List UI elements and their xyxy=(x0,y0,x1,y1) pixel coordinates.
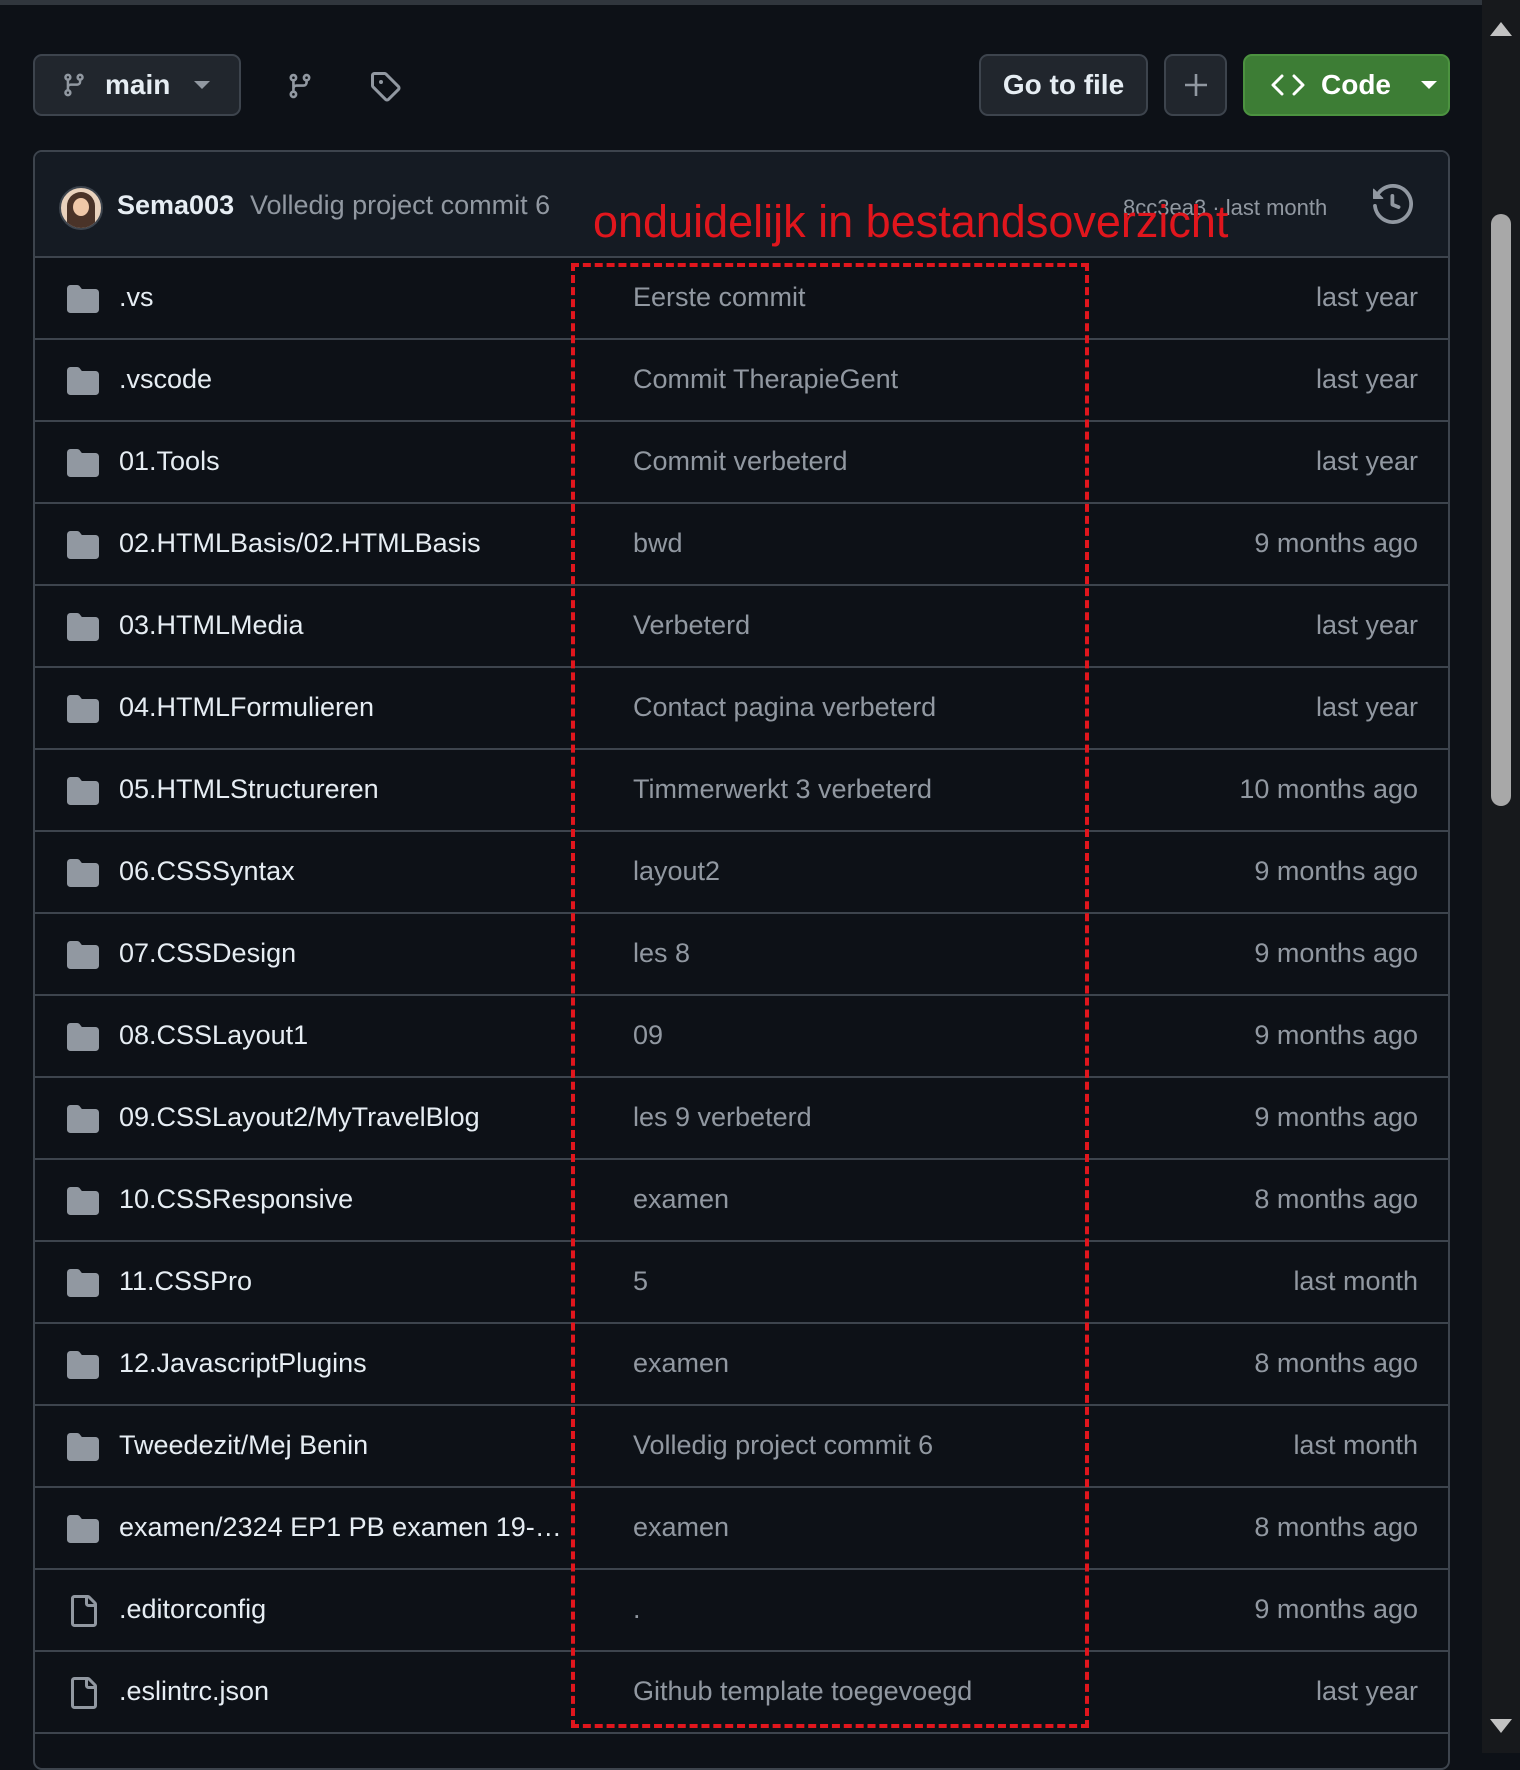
folder-icon xyxy=(67,1515,99,1543)
file-name[interactable]: 02.HTMLBasis/02.HTMLBasis xyxy=(119,528,569,559)
folder-icon xyxy=(67,1433,99,1461)
scroll-down-arrow-icon[interactable] xyxy=(1490,1719,1512,1733)
git-branch-icon xyxy=(289,73,311,99)
file-commit-date: 9 months ago xyxy=(1254,528,1418,558)
file-commit-date: last year xyxy=(1315,446,1418,476)
folder-icon xyxy=(67,367,99,395)
avatar[interactable] xyxy=(59,186,103,230)
git-branch-icon xyxy=(64,73,84,97)
add-file-button[interactable] xyxy=(1164,54,1227,116)
scroll-up-arrow-icon[interactable] xyxy=(1490,22,1512,36)
file-commit-date: last year xyxy=(1315,1676,1418,1706)
file-commit-date: 10 months ago xyxy=(1239,774,1418,804)
tags-link[interactable] xyxy=(367,68,403,104)
file-commit-date: last month xyxy=(1293,1266,1418,1296)
folder-icon xyxy=(67,1023,99,1051)
folder-icon xyxy=(67,613,99,641)
folder-icon xyxy=(67,1269,99,1297)
file-name[interactable]: 04.HTMLFormulieren xyxy=(119,692,569,723)
folder-icon xyxy=(67,449,99,477)
code-button[interactable]: Code xyxy=(1243,54,1450,116)
file-name[interactable]: 03.HTMLMedia xyxy=(119,610,569,641)
file-name[interactable]: 11.CSSPro xyxy=(119,1266,569,1297)
plus-icon xyxy=(1184,74,1207,96)
folder-icon xyxy=(67,941,99,969)
tag-icon xyxy=(371,72,401,102)
branch-label: main xyxy=(105,69,171,100)
folder-icon xyxy=(67,695,99,723)
file-name[interactable]: 05.HTMLStructureren xyxy=(119,774,569,805)
file-name[interactable]: 01.Tools xyxy=(119,446,569,477)
folder-icon xyxy=(67,285,99,313)
file-commit-date: 8 months ago xyxy=(1254,1512,1418,1542)
file-commit-date: last year xyxy=(1315,364,1418,394)
folder-icon xyxy=(67,859,99,887)
code-label: Code xyxy=(1321,69,1391,100)
file-name[interactable]: 10.CSSResponsive xyxy=(119,1184,569,1215)
go-to-file-button[interactable]: Go to file xyxy=(979,54,1148,116)
file-name[interactable]: 07.CSSDesign xyxy=(119,938,569,969)
file-commit-date: last year xyxy=(1315,610,1418,640)
file-name[interactable]: examen/2324 EP1 PB examen 19-0... xyxy=(119,1512,569,1543)
file-commit-date: 8 months ago xyxy=(1254,1348,1418,1378)
folder-icon xyxy=(67,1105,99,1133)
file-commit-date: 9 months ago xyxy=(1254,1102,1418,1132)
file-commit-date: 9 months ago xyxy=(1254,856,1418,886)
file-name[interactable]: .vs xyxy=(119,282,569,313)
file-name[interactable]: 12.JavascriptPlugins xyxy=(119,1348,569,1379)
window-top-border xyxy=(0,0,1482,5)
folder-icon xyxy=(67,531,99,559)
file-commit-date: 9 months ago xyxy=(1254,1594,1418,1624)
file-commit-date: 9 months ago xyxy=(1254,938,1418,968)
file-name[interactable]: 06.CSSSyntax xyxy=(119,856,569,887)
folder-icon xyxy=(67,1187,99,1215)
file-name[interactable]: .editorconfig xyxy=(119,1594,569,1625)
branch-select-button[interactable]: main xyxy=(33,54,241,116)
annotation-box xyxy=(571,263,1089,1728)
scrollbar[interactable] xyxy=(1482,0,1520,1753)
file-name[interactable]: .eslintrc.json xyxy=(119,1676,569,1707)
folder-icon xyxy=(67,1351,99,1379)
file-name[interactable]: .vscode xyxy=(119,364,569,395)
history-icon[interactable] xyxy=(1373,184,1413,224)
folder-icon xyxy=(67,777,99,805)
file-commit-date: last year xyxy=(1315,282,1418,312)
file-commit-date: 8 months ago xyxy=(1254,1184,1418,1214)
chevron-down-icon xyxy=(1421,81,1437,89)
file-name[interactable]: Tweedezit/Mej Benin xyxy=(119,1430,569,1461)
file-name[interactable]: 08.CSSLayout1 xyxy=(119,1020,569,1051)
file-commit-date: last month xyxy=(1293,1430,1418,1460)
file-name[interactable]: 09.CSSLayout2/MyTravelBlog xyxy=(119,1102,569,1133)
file-icon xyxy=(71,1677,97,1709)
commit-author[interactable]: Sema003 xyxy=(117,190,234,221)
commit-message[interactable]: Volledig project commit 6 xyxy=(250,190,550,221)
chevron-down-icon xyxy=(194,81,211,89)
branches-link[interactable] xyxy=(282,68,318,104)
file-commit-date: 9 months ago xyxy=(1254,1020,1418,1050)
scroll-thumb[interactable] xyxy=(1491,214,1511,806)
annotation-label: onduidelijk in bestandsoverzicht xyxy=(593,196,1229,247)
code-icon xyxy=(1271,74,1305,96)
file-commit-date: last year xyxy=(1315,692,1418,722)
file-icon xyxy=(71,1595,97,1627)
